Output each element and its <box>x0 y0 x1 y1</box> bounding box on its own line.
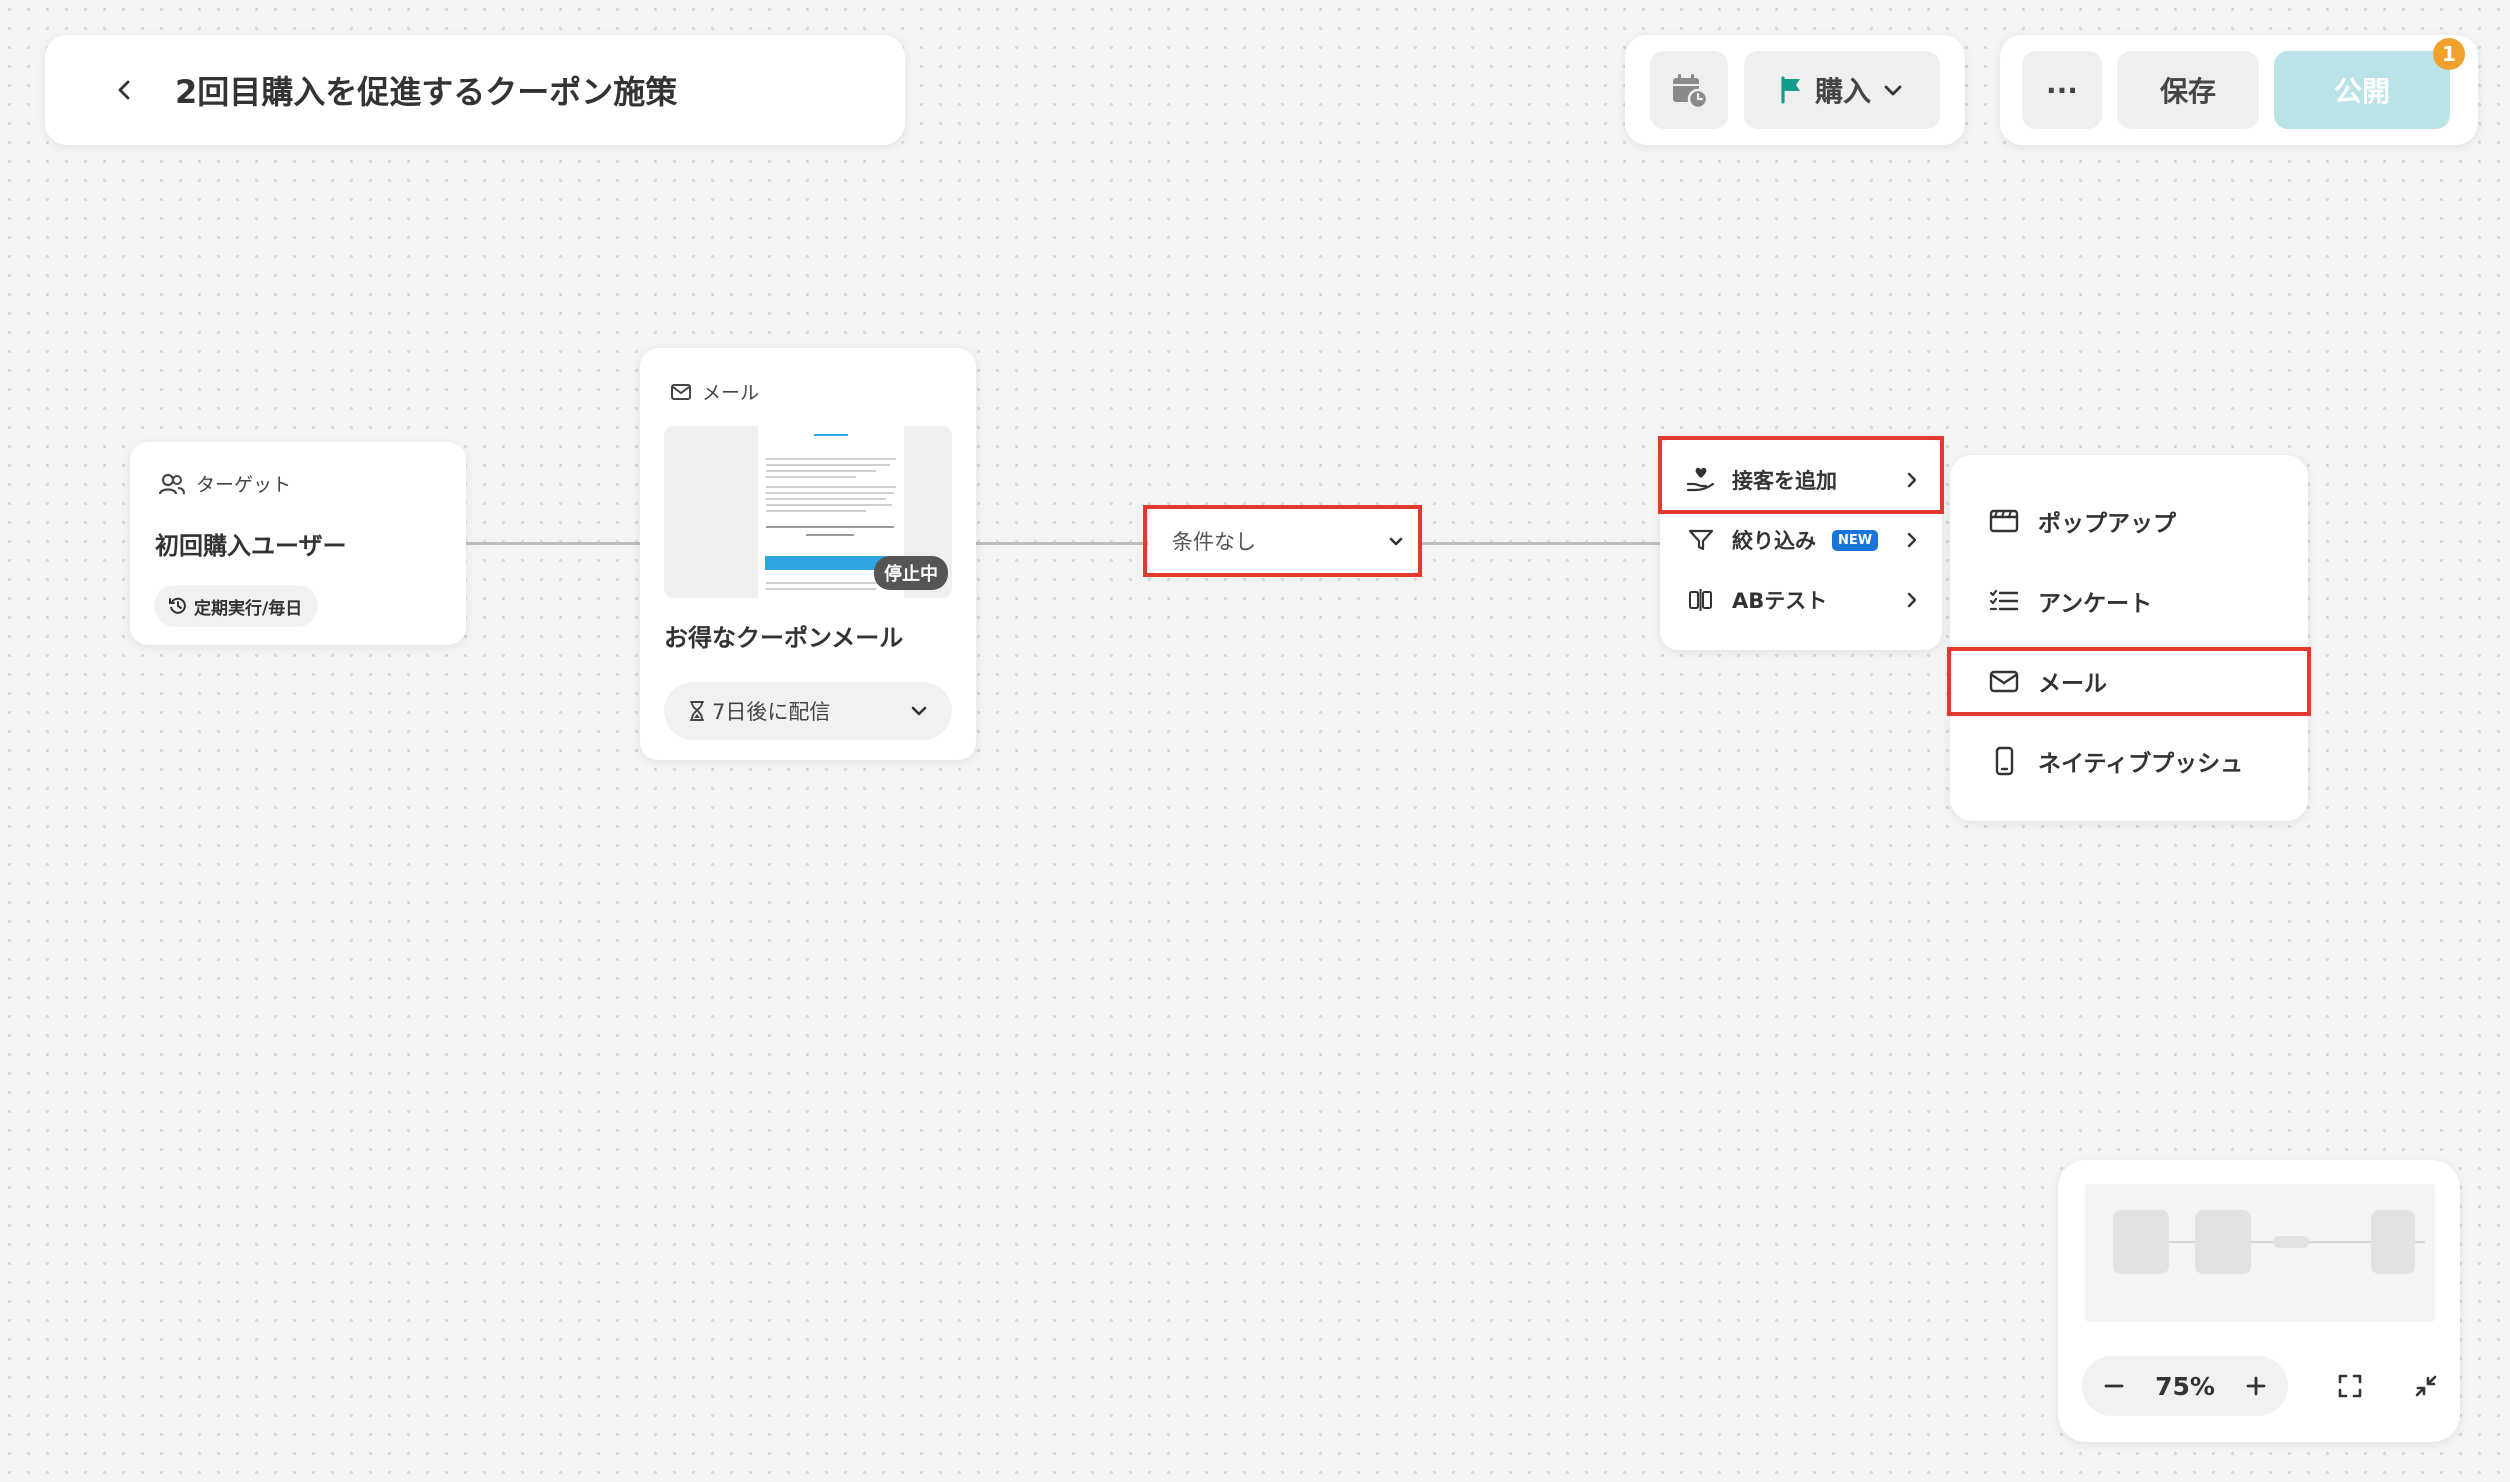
chevron-right-icon <box>1907 472 1917 488</box>
menu-item-label: 接客を追加 <box>1732 469 1837 493</box>
plus-icon <box>2246 1376 2266 1396</box>
mail-icon <box>1989 670 2019 693</box>
status-badge: 停止中 <box>874 556 948 590</box>
channel-item-popup[interactable]: ポップアップ <box>1950 481 2308 561</box>
flag-icon <box>1781 76 1800 104</box>
minus-icon <box>2104 1384 2124 1388</box>
goal-label: 購入 <box>1814 75 1871 108</box>
menu-item-ab-test[interactable]: ABテスト <box>1660 570 1942 630</box>
publish-button[interactable]: 公開 <box>2274 51 2450 129</box>
channel-item-label: アンケート <box>2038 591 2153 617</box>
goal-select[interactable]: 購入 <box>1744 51 1940 129</box>
schedule-button[interactable] <box>1650 51 1728 129</box>
zoom-out-button[interactable] <box>2096 1368 2132 1404</box>
hand-heart-icon <box>1686 467 1715 492</box>
minimize-icon <box>2415 1375 2437 1397</box>
collapse-minimap-button[interactable] <box>2404 1364 2448 1408</box>
channel-item-native-push[interactable]: ネイティブプッシュ <box>1950 721 2308 801</box>
chevron-right-icon <box>1907 592 1917 608</box>
node-type-label: ターゲット <box>196 474 292 496</box>
condition-label: 条件なし <box>1172 530 1256 554</box>
mobile-icon <box>1995 746 2014 776</box>
channel-item-survey[interactable]: アンケート <box>1950 561 2308 641</box>
channel-item-label: ネイティブプッシュ <box>2038 751 2244 777</box>
channel-item-label: ポップアップ <box>2038 511 2176 537</box>
notification-badge: 1 <box>2433 38 2465 70</box>
channel-menu: ポップアップ アンケート メール ネイティブプッシュ <box>1950 455 2308 821</box>
connector-line <box>976 542 1148 545</box>
ab-test-icon <box>1689 589 1712 611</box>
delay-label: 7日後に配信 <box>712 700 831 724</box>
schedule-chip: 定期実行/毎日 <box>154 585 319 627</box>
page-title: 2回目購入を促進するクーポン施策 <box>175 73 678 111</box>
survey-icon <box>1989 589 2019 611</box>
chevron-down-icon <box>1884 85 1902 96</box>
minimap[interactable] <box>2085 1184 2435 1322</box>
connector-line <box>466 542 640 545</box>
schedule-label: 定期実行/毎日 <box>194 598 303 619</box>
node-type: メール <box>670 378 759 405</box>
new-badge: NEW <box>1832 529 1879 551</box>
channel-item-mail[interactable]: メール <box>1950 641 2308 721</box>
zoom-control: 75% <box>2082 1356 2288 1416</box>
menu-item-label: 絞り込み <box>1732 529 1816 553</box>
email-name: お得なクーポンメール <box>664 624 904 652</box>
target-node[interactable]: ターゲット 初回購入ユーザー 定期実行/毎日 <box>130 442 466 645</box>
menu-item-add-action[interactable]: 接客を追加 <box>1660 450 1942 510</box>
filter-icon <box>1688 529 1714 551</box>
save-button[interactable]: 保存 <box>2117 51 2259 129</box>
fullscreen-icon <box>2338 1374 2362 1398</box>
delay-select[interactable]: 7日後に配信 <box>664 682 952 740</box>
chevron-left-icon <box>118 80 130 100</box>
chevron-down-icon <box>911 706 927 716</box>
toolbar-group-actions: ··· 保存 公開 <box>2000 35 2478 145</box>
mail-icon <box>671 383 691 400</box>
toolbar-group-schedule: 購入 <box>1625 35 1965 145</box>
calendar-clock-icon <box>1673 74 1709 110</box>
condition-select[interactable]: 条件なし <box>1148 508 1420 574</box>
channel-item-label: メール <box>2038 671 2107 697</box>
zoom-level: 75% <box>2155 1371 2215 1401</box>
menu-item-filter[interactable]: 絞り込み NEW <box>1660 510 1942 570</box>
more-button[interactable]: ··· <box>2022 51 2102 129</box>
users-icon <box>158 473 185 494</box>
add-action-menu: 接客を追加 絞り込み NEW ABテスト <box>1660 436 1942 650</box>
email-preview: 停止中 <box>664 426 952 598</box>
back-button[interactable] <box>95 60 155 120</box>
chevron-right-icon <box>1907 532 1917 548</box>
menu-item-label: ABテスト <box>1732 589 1828 613</box>
hourglass-icon <box>690 701 704 721</box>
popup-icon <box>1989 509 2019 533</box>
title-bar: 2回目購入を促進するクーポン施策 <box>45 35 905 145</box>
node-type: ターゲット <box>158 470 291 497</box>
email-node[interactable]: メール 停止中 お得なクーポンメール 7日後に配信 <box>640 348 976 760</box>
minimap-panel: 75% <box>2058 1160 2460 1442</box>
zoom-in-button[interactable] <box>2238 1368 2274 1404</box>
chevron-down-icon <box>1389 537 1403 546</box>
node-type-label: メール <box>702 382 760 404</box>
history-icon <box>169 597 186 614</box>
target-name: 初回購入ユーザー <box>155 532 347 560</box>
connector-line <box>1420 542 1660 545</box>
fit-view-button[interactable] <box>2328 1364 2372 1408</box>
